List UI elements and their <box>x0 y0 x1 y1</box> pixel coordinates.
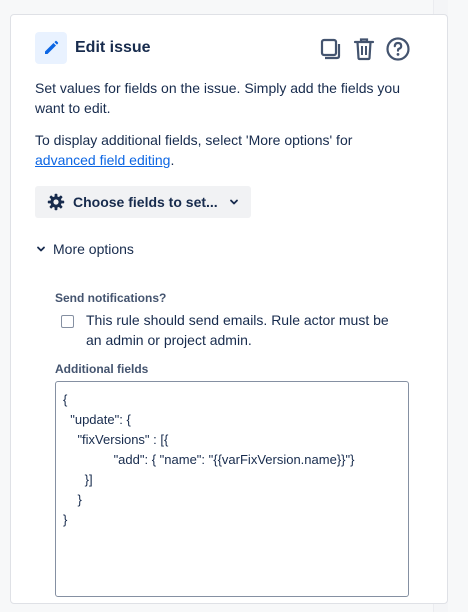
more-info-text: To display additional fields, select 'Mo… <box>35 130 415 170</box>
duplicate-button[interactable] <box>317 36 343 62</box>
additional-fields-label: Additional fields <box>55 362 149 376</box>
more-info-prefix: To display additional fields, select 'Mo… <box>35 132 353 148</box>
gear-icon <box>47 193 65 211</box>
edit-issue-panel: Edit issue Set values for fields on the … <box>10 14 448 604</box>
header-actions <box>317 36 411 62</box>
more-info-suffix: . <box>170 152 175 168</box>
advanced-field-editing-link[interactable]: advanced field editing <box>35 152 170 168</box>
description-text: Set values for fields on the issue. Simp… <box>35 80 400 116</box>
send-emails-checkbox-label[interactable]: This rule should send emails. Rule actor… <box>86 310 405 350</box>
chevron-down-icon <box>228 196 240 208</box>
help-icon <box>386 37 410 61</box>
choose-fields-label: Choose fields to set... <box>73 194 218 210</box>
delete-button[interactable] <box>351 36 377 62</box>
send-notifications-label: Send notifications? <box>55 291 167 305</box>
help-button[interactable] <box>385 36 411 62</box>
more-options-label: More options <box>53 241 134 257</box>
send-emails-checkbox[interactable] <box>61 315 74 328</box>
choose-fields-button[interactable]: Choose fields to set... <box>35 186 251 218</box>
trash-icon <box>353 38 375 61</box>
page-title: Edit issue <box>75 39 151 56</box>
additional-fields-textarea[interactable]: { "update": { "fixVersions" : [{ "add": … <box>55 381 409 597</box>
more-options-toggle[interactable]: More options <box>35 241 134 257</box>
pencil-icon <box>35 32 67 64</box>
duplicate-icon <box>320 38 341 60</box>
send-notifications-row: This rule should send emails. Rule actor… <box>55 310 405 350</box>
chevron-down-icon <box>35 243 47 255</box>
